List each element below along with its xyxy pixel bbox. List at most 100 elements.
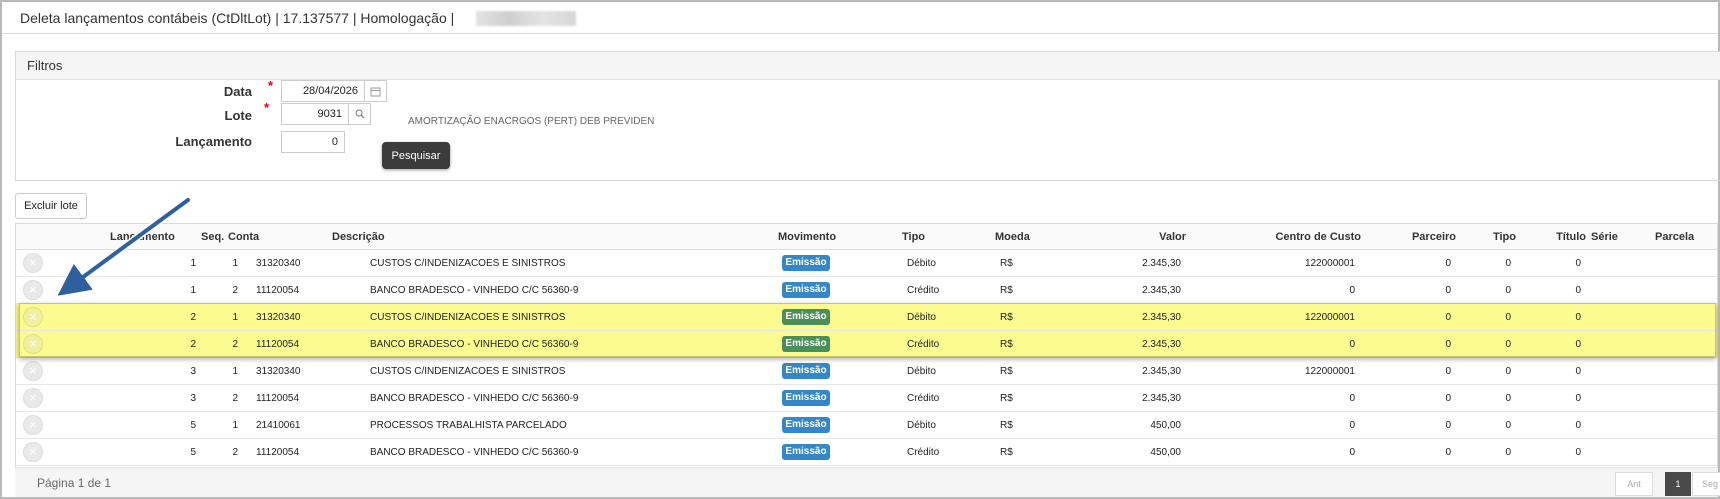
delete-row-icon[interactable]: × — [23, 388, 43, 408]
cell-descricao: BANCO BRADESCO - VINHEDO C/C 56360-9 — [370, 339, 579, 350]
col-seq[interactable]: Seq. — [201, 231, 224, 243]
table-row[interactable]: × 2 2 11120054 BANCO BRADESCO - VINHEDO C/C … — [16, 331, 1717, 358]
calendar-icon[interactable] — [365, 80, 387, 102]
cell-seq: 2 — [232, 447, 238, 458]
date-input[interactable] — [281, 80, 365, 102]
table-row[interactable]: × 3 2 11120054 BANCO BRADESCO - VINHEDO C/C … — [16, 385, 1717, 412]
cell-lancamento: 2 — [190, 312, 196, 323]
col-moeda[interactable]: Moeda — [995, 231, 1030, 243]
col-lancamento[interactable]: Lançamento — [110, 231, 175, 243]
cell-tipo2: 0 — [1505, 366, 1511, 377]
cell-moeda: R$ — [1000, 393, 1013, 404]
title-bar: Deleta lançamentos contábeis (CtDltLot) … — [2, 2, 1718, 34]
cell-valor: 450,00 — [1150, 447, 1181, 458]
cell-centro-custo: 122000001 — [1304, 258, 1355, 269]
cell-seq: 1 — [232, 258, 238, 269]
movimento-badge: Emissão — [782, 444, 830, 460]
delete-row-icon[interactable]: × — [23, 361, 43, 381]
cell-titulo: 0 — [1575, 339, 1581, 350]
lote-required-marker: * — [264, 100, 270, 115]
cell-parceiro: 0 — [1445, 393, 1451, 404]
cell-moeda: R$ — [1000, 447, 1013, 458]
delete-row-icon[interactable]: × — [23, 307, 43, 327]
cell-parceiro: 0 — [1445, 339, 1451, 350]
cell-tipo: Crédito — [907, 285, 940, 296]
cell-moeda: R$ — [1000, 285, 1013, 296]
cell-valor: 450,00 — [1150, 420, 1181, 431]
cell-parceiro: 0 — [1445, 366, 1451, 377]
cell-moeda: R$ — [1000, 420, 1013, 431]
delete-row-icon[interactable]: × — [23, 280, 43, 300]
next-page-button[interactable]: Seg — [1692, 472, 1720, 496]
delete-row-icon[interactable]: × — [23, 442, 43, 462]
col-conta[interactable]: Conta — [228, 231, 259, 243]
cell-tipo: Débito — [907, 366, 936, 377]
table-row[interactable]: × 1 2 11120054 BANCO BRADESCO - VINHEDO C/C … — [16, 277, 1717, 304]
cell-centro-custo: 0 — [1349, 285, 1355, 296]
col-centro-custo[interactable]: Centro de Custo — [1241, 231, 1361, 243]
cell-seq: 1 — [232, 366, 238, 377]
cell-titulo: 0 — [1575, 420, 1581, 431]
movimento-badge: Emissão — [782, 309, 830, 325]
lote-input[interactable] — [281, 103, 349, 125]
col-titulo[interactable]: Título — [1546, 231, 1586, 243]
cell-seq: 2 — [232, 393, 238, 404]
lote-description: AMORTIZAÇÃO ENACRGOS (PERT) DEB PREVIDEN — [408, 116, 655, 127]
delete-row-icon[interactable]: × — [23, 253, 43, 273]
page-info: Página 1 de 1 — [37, 476, 112, 490]
cell-valor: 2.345,30 — [1142, 366, 1181, 377]
cell-titulo: 0 — [1575, 285, 1581, 296]
cell-titulo: 0 — [1575, 447, 1581, 458]
table-row[interactable]: × 3 1 31320340 CUSTOS C/INDENIZACOES E SINIS… — [16, 358, 1717, 385]
window-title: Deleta lançamentos contábeis (CtDltLot) … — [20, 10, 455, 26]
movimento-badge: Emissão — [782, 282, 830, 298]
prev-page-button[interactable]: Ant — [1615, 472, 1653, 496]
col-parcela[interactable]: Parcela — [1655, 231, 1694, 243]
filters-panel-title: Filtros — [16, 52, 1720, 80]
cell-parceiro: 0 — [1445, 312, 1451, 323]
cell-conta: 31320340 — [256, 366, 301, 377]
movimento-badge: Emissão — [782, 336, 830, 352]
table-row[interactable]: × 5 2 11120054 BANCO BRADESCO - VINHEDO C/C … — [16, 439, 1717, 466]
search-button[interactable]: Pesquisar — [382, 142, 450, 169]
col-parceiro[interactable]: Parceiro — [1396, 231, 1456, 243]
search-icon[interactable] — [349, 103, 371, 125]
cell-tipo: Crédito — [907, 393, 940, 404]
table-row[interactable]: × 5 1 21410061 PROCESSOS TRABALHISTA PARCELA… — [16, 412, 1717, 439]
cell-lancamento: 1 — [190, 285, 196, 296]
cell-centro-custo: 0 — [1349, 420, 1355, 431]
col-tipo2[interactable]: Tipo — [1476, 231, 1516, 243]
cell-tipo2: 0 — [1505, 393, 1511, 404]
cell-seq: 2 — [232, 339, 238, 350]
col-movimento[interactable]: Movimento — [778, 231, 836, 243]
cell-moeda: R$ — [1000, 258, 1013, 269]
delete-batch-button[interactable]: Excluir lote — [15, 193, 87, 219]
col-serie[interactable]: Série — [1591, 231, 1618, 243]
delete-row-icon[interactable]: × — [23, 334, 43, 354]
cell-descricao: CUSTOS C/INDENIZACOES E SINISTROS — [370, 312, 566, 323]
table-row[interactable]: × 2 1 31320340 CUSTOS C/INDENIZACOES E SINIS… — [16, 304, 1717, 331]
lancamento-input[interactable] — [281, 131, 345, 153]
cell-titulo: 0 — [1575, 312, 1581, 323]
cell-conta: 11120054 — [256, 339, 300, 350]
col-valor[interactable]: Valor — [1116, 231, 1186, 243]
cell-moeda: R$ — [1000, 339, 1013, 350]
cell-descricao: CUSTOS C/INDENIZACOES E SINISTROS — [370, 258, 566, 269]
cell-parceiro: 0 — [1445, 285, 1451, 296]
date-required-marker: * — [268, 78, 274, 93]
cell-descricao: PROCESSOS TRABALHISTA PARCELADO — [370, 420, 567, 431]
delete-row-icon[interactable]: × — [23, 415, 43, 435]
cell-valor: 2.345,30 — [1142, 393, 1181, 404]
lote-label: Lote — [224, 108, 252, 123]
cell-tipo2: 0 — [1505, 312, 1511, 323]
cell-centro-custo: 122000001 — [1304, 366, 1355, 377]
cell-tipo: Débito — [907, 420, 936, 431]
cell-valor: 2.345,30 — [1142, 258, 1181, 269]
cell-titulo: 0 — [1575, 366, 1581, 377]
col-descricao[interactable]: Descrição — [332, 231, 385, 243]
filters-panel: Filtros — [15, 51, 1720, 181]
cell-conta: 31320340 — [256, 312, 301, 323]
col-tipo[interactable]: Tipo — [902, 231, 925, 243]
table-row[interactable]: × 1 1 31320340 CUSTOS C/INDENIZACOES E SINIS… — [16, 250, 1717, 277]
current-page-button[interactable]: 1 — [1665, 472, 1691, 496]
